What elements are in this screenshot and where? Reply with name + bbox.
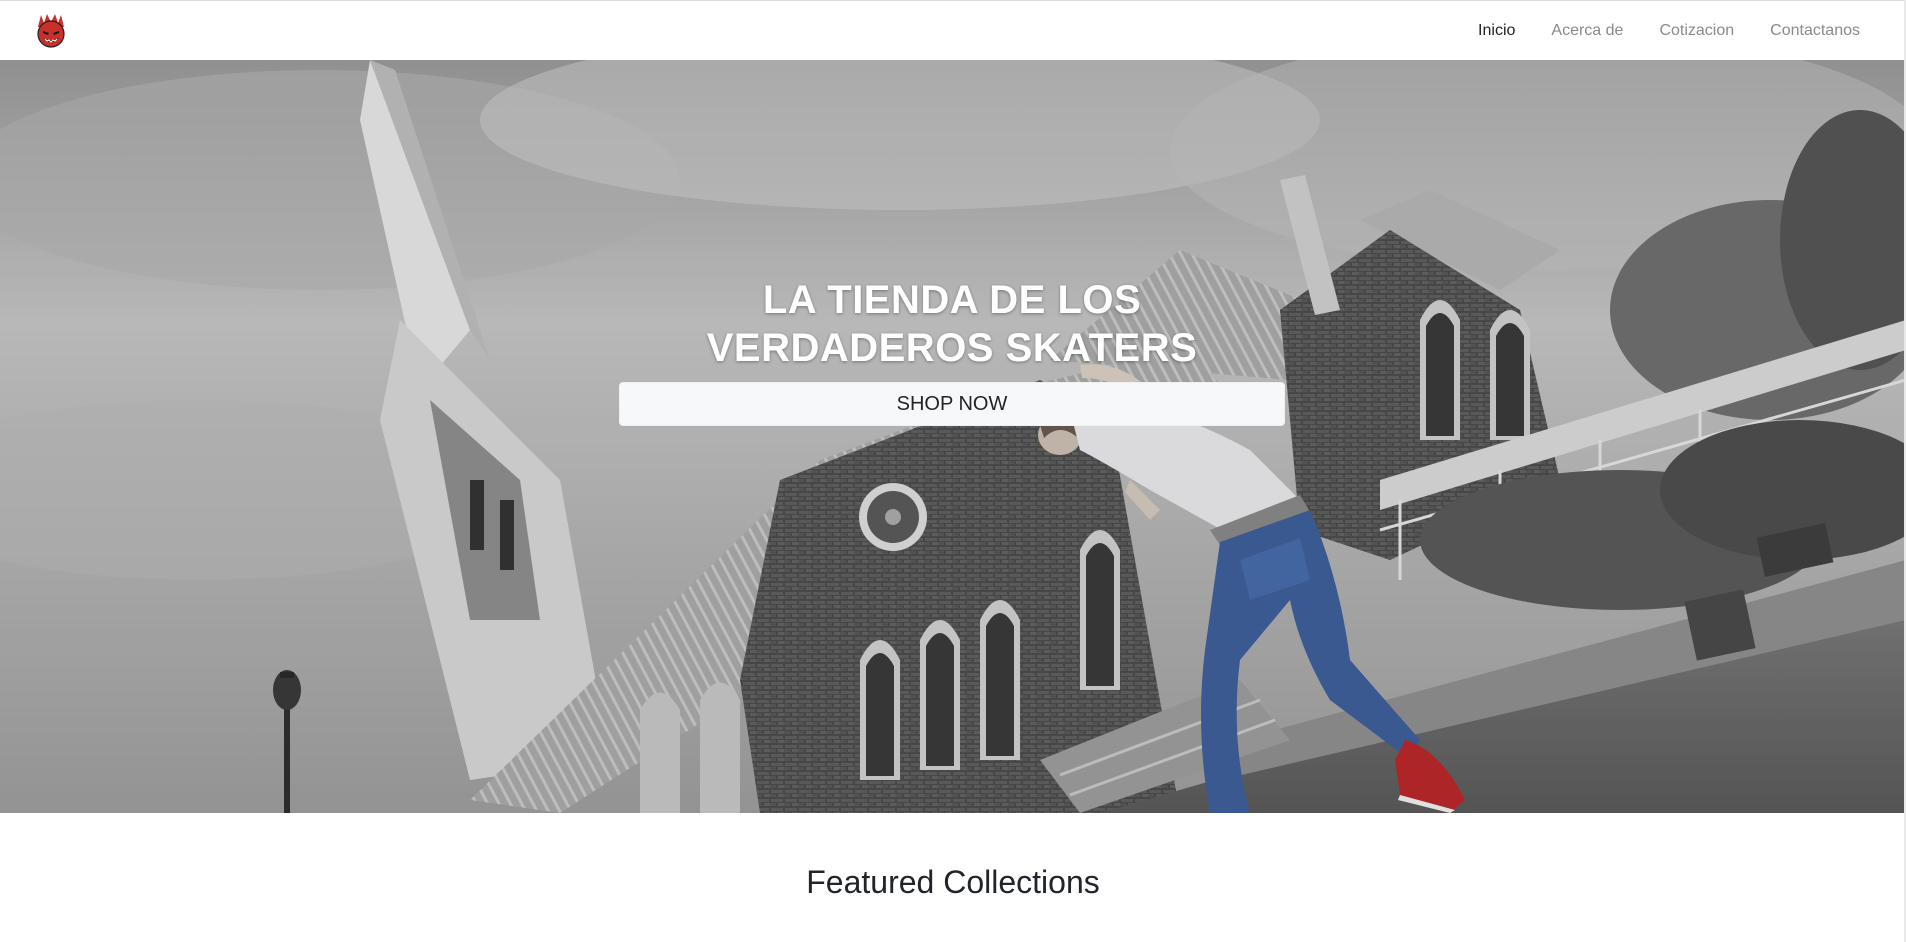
top-navbar: Inicio Acerca de Cotizacion Contactanos: [0, 0, 1906, 60]
hero-banner: LA TIENDA DE LOS VERDADEROS SKATERS SHOP…: [0, 60, 1906, 813]
nav-links: Inicio Acerca de Cotizacion Contactanos: [1460, 1, 1860, 61]
nav-link-contactanos[interactable]: Contactanos: [1752, 1, 1860, 61]
nav-link-cotizacion[interactable]: Cotizacion: [1641, 1, 1752, 61]
featured-collections-section: Featured Collections: [0, 813, 1906, 942]
page: Inicio Acerca de Cotizacion Contactanos: [0, 0, 1906, 942]
shop-now-button[interactable]: SHOP NOW: [619, 382, 1285, 426]
devil-flame-logo-icon: [34, 13, 68, 49]
featured-collections-title: Featured Collections: [806, 864, 1100, 900]
nav-link-acerca-de[interactable]: Acerca de: [1533, 1, 1641, 61]
hero-overlay: [0, 60, 1906, 813]
hero-title: LA TIENDA DE LOS VERDADEROS SKATERS: [706, 278, 1198, 370]
brand-logo-link[interactable]: [34, 13, 68, 49]
hero-content: LA TIENDA DE LOS VERDADEROS SKATERS SHOP…: [619, 276, 1285, 426]
nav-link-inicio[interactable]: Inicio: [1460, 1, 1533, 61]
